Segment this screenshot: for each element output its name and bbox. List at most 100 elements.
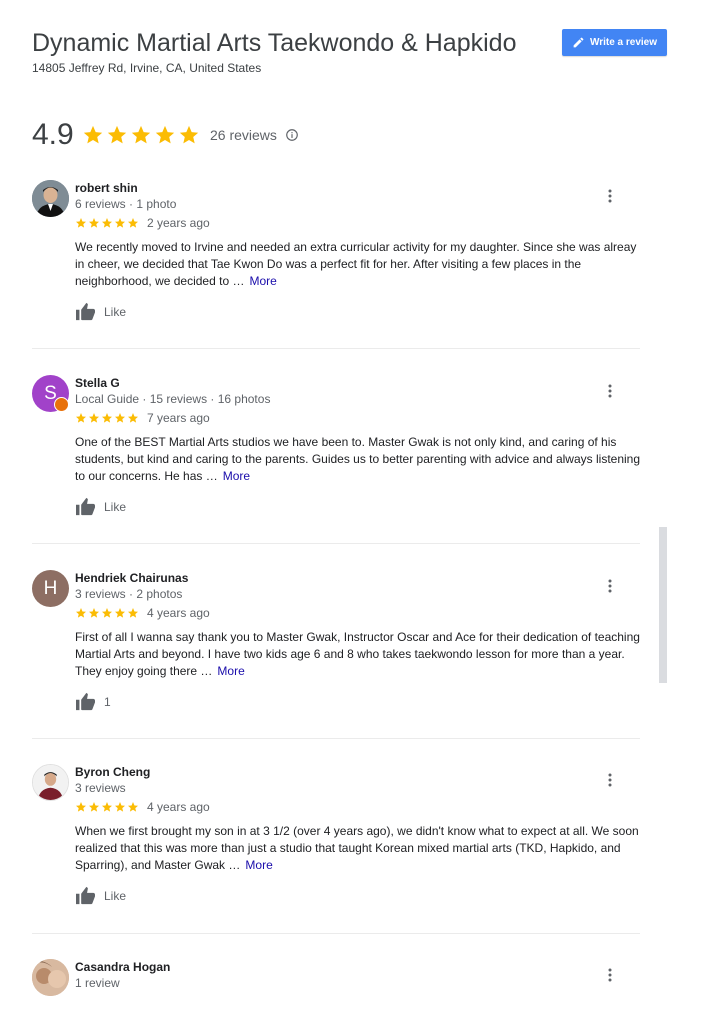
profile-photo-icon (33, 765, 68, 800)
avatar-letter: H (43, 577, 58, 599)
review-rating: 7 years ago (75, 411, 210, 425)
review-text: We recently moved to Irvine and needed a… (75, 239, 640, 290)
like-button[interactable]: Like (75, 302, 126, 321)
review-rating: 4 years ago (75, 800, 210, 814)
reviewer-name[interactable]: Stella G (75, 376, 120, 390)
star-icon (102, 413, 112, 423)
more-options-icon[interactable] (604, 772, 616, 788)
local-guide-badge-icon (54, 397, 69, 412)
star-icon (89, 218, 99, 228)
review-divider (32, 348, 640, 349)
star-icon (128, 218, 138, 228)
review-divider (32, 933, 640, 934)
more-options-icon[interactable] (604, 967, 616, 983)
review-rating: 4 years ago (75, 606, 210, 620)
more-link[interactable]: More (249, 274, 276, 288)
star-icon (83, 125, 103, 144)
more-options-icon[interactable] (604, 188, 616, 204)
rating-summary: 4.9 26 reviews (32, 118, 299, 152)
thumbs-up-icon (76, 886, 95, 905)
review-body: First of all I wanna say thank you to Ma… (75, 630, 640, 678)
reviewer-name[interactable]: Hendriek Chairunas (75, 571, 188, 585)
review-rating: 2 years ago (75, 216, 210, 230)
reviewer-meta: 3 reviews (75, 781, 126, 795)
star-icon (107, 125, 127, 144)
star-icon (115, 802, 125, 812)
place-title: Dynamic Martial Arts Taekwondo & Hapkido (32, 29, 517, 57)
profile-photo-icon (32, 180, 69, 217)
review-date: 2 years ago (147, 216, 210, 230)
star-icon (89, 413, 99, 423)
like-button[interactable]: 1 (75, 692, 111, 711)
star-icon (102, 802, 112, 812)
like-button[interactable]: Like (75, 497, 126, 516)
avatar[interactable] (32, 180, 69, 217)
star-icon (89, 608, 99, 618)
review-text: First of all I wanna say thank you to Ma… (75, 629, 640, 680)
write-review-label: Write a review (589, 37, 658, 48)
star-icon (76, 413, 86, 423)
more-options-icon[interactable] (604, 578, 616, 594)
star-icon (128, 802, 138, 812)
star-icon (128, 413, 138, 423)
pencil-icon (573, 37, 584, 48)
place-address: 14805 Jeffrey Rd, Irvine, CA, United Sta… (32, 61, 262, 75)
avatar[interactable]: H (32, 570, 69, 607)
star-icon (76, 608, 86, 618)
review-body: When we first brought my son in at 3 1/2… (75, 824, 639, 872)
star-icon (76, 802, 86, 812)
rating-value: 4.9 (32, 118, 74, 151)
avatar[interactable] (32, 764, 69, 801)
reviewer-meta: 1 review (75, 976, 120, 990)
review-body: One of the BEST Martial Arts studios we … (75, 435, 641, 483)
review-count[interactable]: 26 reviews (210, 127, 277, 143)
review-item: Byron Cheng 3 reviews 4 years ago When w… (32, 764, 640, 905)
review-divider (32, 738, 640, 739)
more-link[interactable]: More (217, 664, 244, 678)
reviewer-name[interactable]: Casandra Hogan (75, 960, 170, 974)
review-stars (75, 607, 139, 619)
like-button[interactable]: Like (75, 886, 126, 905)
star-icon (131, 125, 151, 144)
review-stars (75, 217, 139, 229)
avatar[interactable] (32, 959, 69, 996)
place-header: Dynamic Martial Arts Taekwondo & Hapkido… (32, 28, 552, 75)
review-date: 4 years ago (147, 606, 210, 620)
review-stars (75, 412, 139, 424)
star-icon (128, 608, 138, 618)
review-item: robert shin 6 reviews · 1 photo 2 years … (32, 180, 640, 321)
review-item: Casandra Hogan 1 review (32, 959, 640, 1019)
reviewer-meta: 3 reviews · 2 photos (75, 587, 183, 601)
more-options-icon[interactable] (604, 383, 616, 399)
star-icon (102, 218, 112, 228)
star-icon (179, 125, 199, 144)
more-link[interactable]: More (223, 469, 250, 483)
write-review-button[interactable]: Write a review (562, 29, 667, 56)
info-icon[interactable] (285, 128, 299, 142)
reviewer-name[interactable]: robert shin (75, 181, 138, 195)
review-stars (75, 801, 139, 813)
rating-stars (82, 124, 200, 146)
scrollbar-thumb[interactable] (659, 527, 667, 683)
profile-photo-icon (32, 959, 69, 996)
review-item: S Stella G Local Guide · 15 reviews · 16… (32, 375, 640, 516)
star-icon (89, 802, 99, 812)
like-count: 1 (104, 694, 111, 709)
thumbs-up-icon (76, 497, 95, 516)
review-date: 7 years ago (147, 411, 210, 425)
thumbs-up-icon (76, 692, 95, 711)
review-divider (32, 543, 640, 544)
thumbs-up-icon (76, 302, 95, 321)
star-icon (115, 608, 125, 618)
reviewer-meta: 6 reviews · 1 photo (75, 197, 177, 211)
like-label: Like (104, 499, 127, 514)
star-icon (115, 218, 125, 228)
more-link[interactable]: More (245, 858, 272, 872)
star-icon (76, 218, 86, 228)
review-text: One of the BEST Martial Arts studios we … (75, 434, 640, 485)
star-icon (102, 608, 112, 618)
review-text: When we first brought my son in at 3 1/2… (75, 823, 640, 874)
star-icon (155, 125, 175, 144)
review-item: H Hendriek Chairunas 3 reviews · 2 photo… (32, 570, 640, 711)
reviewer-name[interactable]: Byron Cheng (75, 765, 150, 779)
